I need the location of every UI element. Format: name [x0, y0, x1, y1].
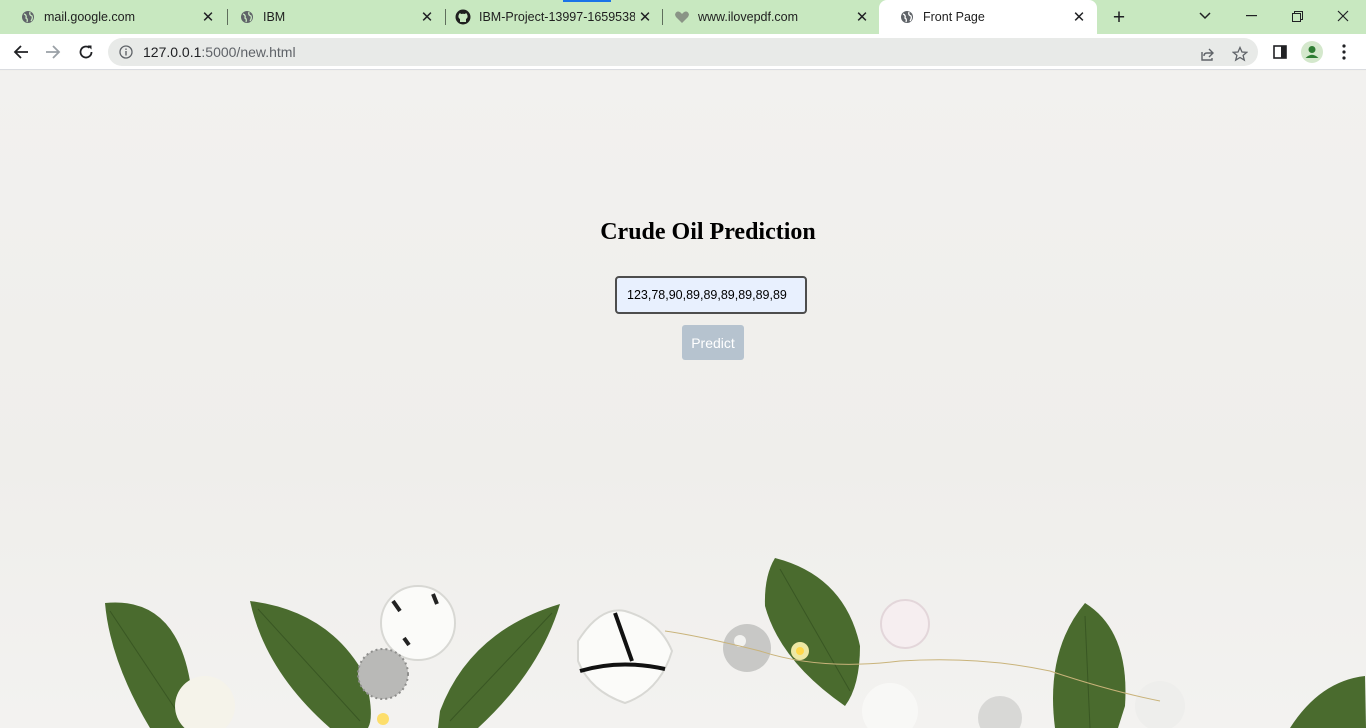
restore-icon[interactable] — [1274, 0, 1320, 32]
share-icon[interactable] — [1198, 44, 1218, 64]
address-bar[interactable]: 127.0.0.1:5000/new.html — [108, 38, 1258, 66]
browser-toolbar: 127.0.0.1:5000/new.html — [0, 34, 1366, 70]
side-panel-icon[interactable] — [1266, 38, 1294, 66]
close-icon[interactable]: ✕ — [198, 7, 218, 27]
url-host: 127.0.0.1 — [143, 44, 202, 60]
close-window-icon[interactable] — [1320, 0, 1366, 32]
minimize-icon[interactable] — [1228, 0, 1274, 32]
tab-search-icon[interactable] — [1182, 0, 1228, 32]
close-icon[interactable]: ✕ — [1069, 7, 1089, 27]
background-decoration — [105, 558, 1366, 728]
close-icon[interactable]: ✕ — [417, 7, 437, 27]
new-tab-icon[interactable]: + — [1106, 5, 1132, 31]
page-title: Crude Oil Prediction — [600, 219, 816, 245]
tab-title: www.ilovepdf.com — [698, 10, 799, 24]
tab-title: mail.google.com — [44, 10, 136, 24]
globe-icon — [239, 9, 255, 25]
reload-icon[interactable] — [72, 38, 100, 66]
close-icon[interactable]: ✕ — [852, 7, 872, 27]
page-viewport: Crude Oil Prediction Predict — [0, 71, 1366, 728]
globe-icon — [899, 9, 915, 25]
back-icon[interactable] — [7, 38, 35, 66]
heart-icon — [674, 9, 690, 25]
site-info-icon[interactable] — [118, 44, 134, 60]
close-icon[interactable]: ✕ — [635, 7, 655, 27]
profile-avatar-icon[interactable] — [1298, 38, 1326, 66]
address-url: 127.0.0.1:5000/new.html — [143, 44, 296, 60]
values-input[interactable] — [615, 276, 807, 314]
forward-icon[interactable] — [39, 38, 67, 66]
tab-title: IBM-Project-13997-16595385 — [479, 10, 635, 24]
tab-front-page[interactable]: Front Page ✕ — [879, 0, 1097, 34]
bookmark-star-icon[interactable] — [1230, 44, 1250, 64]
github-icon — [455, 9, 471, 25]
predict-button[interactable]: Predict — [682, 325, 744, 360]
tab-title: IBM — [263, 10, 286, 24]
menu-dots-icon[interactable] — [1330, 38, 1358, 66]
tab-github[interactable]: IBM-Project-13997-16595385 ✕ — [435, 0, 663, 34]
url-path: :5000/new.html — [201, 44, 296, 60]
tab-ilovepdf[interactable]: www.ilovepdf.com ✕ — [654, 0, 880, 34]
tab-title: Front Page — [923, 10, 985, 24]
globe-icon — [20, 9, 36, 25]
tab-strip: mail.google.com ✕ IBM ✕ IBM-Project-1399… — [0, 0, 1366, 34]
tab-gmail[interactable]: mail.google.com ✕ — [0, 0, 226, 34]
tab-loading-indicator — [563, 0, 611, 2]
tab-ibm[interactable]: IBM ✕ — [219, 0, 445, 34]
